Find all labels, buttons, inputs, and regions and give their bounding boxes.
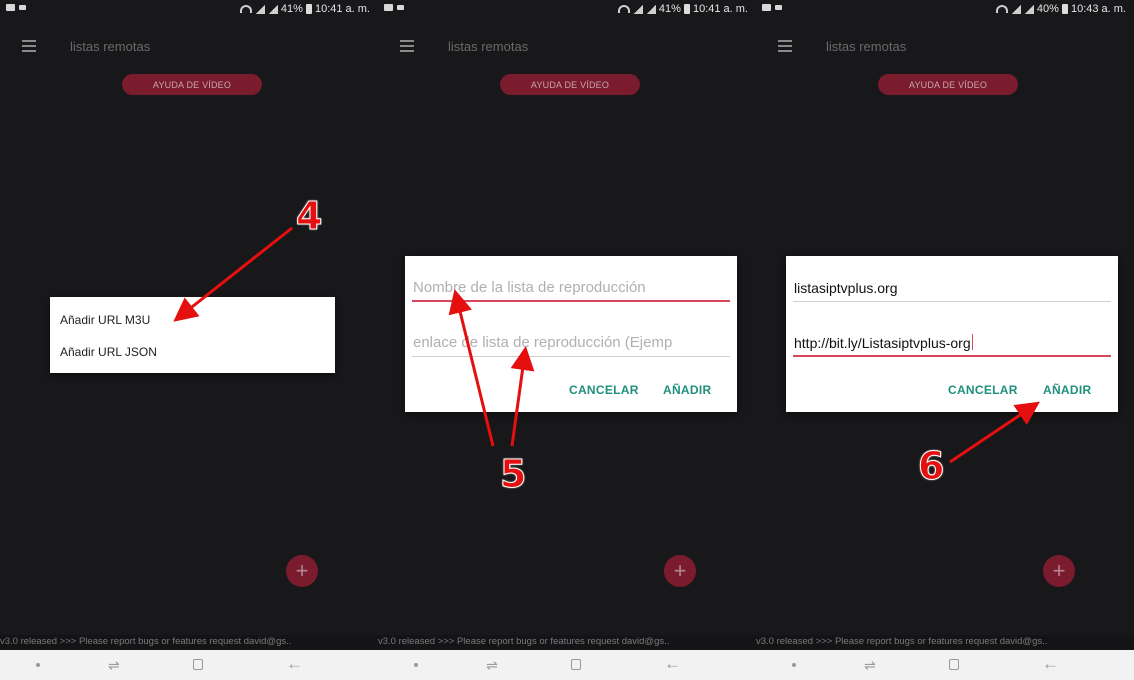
plus-icon: + (295, 558, 309, 583)
playlist-name-value: listasiptvplus.org (794, 280, 898, 296)
video-help-button[interactable]: AYUDA DE VÍDEO (500, 74, 640, 95)
battery-icon (1061, 4, 1068, 14)
back-icon[interactable]: ← (1042, 655, 1059, 672)
video-icon (19, 5, 26, 10)
add-playlist-dialog-filled: listasiptvplus.org http://bit.ly/Listasi… (786, 256, 1118, 412)
ticker-text: v3.0 released >>> Please report bugs or … (756, 636, 1048, 647)
cancel-button[interactable]: CANCELAR (569, 383, 639, 397)
screen-step-6: 40% 10:43 a. m. listas remotas AYUDA DE … (756, 0, 1134, 680)
signal-icon (267, 4, 278, 14)
app-bar: listas remotas (0, 32, 378, 62)
recent-apps-icon[interactable]: ⇌ (864, 658, 876, 672)
video-icon (397, 5, 404, 10)
wifi-icon (617, 5, 630, 13)
recent-apps-icon[interactable]: ⇌ (486, 658, 498, 672)
signal-icon (1010, 4, 1021, 14)
signal-icon (254, 4, 265, 14)
wifi-icon (239, 5, 252, 13)
battery-icon (305, 4, 312, 14)
video-help-button[interactable]: AYUDA DE VÍDEO (122, 74, 262, 95)
playlist-name-input[interactable]: listasiptvplus.org (793, 272, 1111, 302)
add-button[interactable]: AÑADIR (1043, 383, 1091, 397)
app-bar-title: listas remotas (70, 39, 151, 54)
hamburger-icon[interactable] (778, 40, 792, 52)
playlist-link-input[interactable]: http://bit.ly/Listasiptvplus-org (793, 327, 1111, 357)
app-bar-title: listas remotas (826, 39, 907, 54)
signal-icon (1023, 4, 1034, 14)
gallery-icon (6, 4, 15, 11)
ticker-text: v3.0 released >>> Please report bugs or … (0, 636, 292, 647)
playlist-link-input[interactable]: enlace de lista de reproducción (Ejemp (412, 327, 730, 357)
add-button[interactable]: AÑADIR (663, 383, 711, 397)
hamburger-icon[interactable] (400, 40, 414, 52)
add-fab-button[interactable]: + (1043, 555, 1075, 587)
step-number-6: 6 (917, 444, 945, 489)
playlist-link-value-wrap: http://bit.ly/Listasiptvplus-org (794, 334, 1111, 351)
status-bar: 41% 10:41 a. m. (0, 0, 378, 20)
signal-icon (645, 4, 656, 14)
recent-apps-icon[interactable]: ⇌ (108, 658, 120, 672)
home-icon[interactable] (949, 659, 959, 670)
clock: 10:41 a. m. (314, 3, 370, 15)
nav-bar: ⇌ ← (0, 650, 378, 680)
step-number-4: 4 (295, 194, 323, 239)
add-fab-button[interactable]: + (664, 555, 696, 587)
step-number-5: 5 (499, 452, 527, 497)
playlist-name-placeholder: Nombre de la lista de reproducción (413, 279, 646, 296)
dot-icon[interactable] (36, 663, 40, 667)
ticker-text: v3.0 released >>> Please report bugs or … (378, 636, 670, 647)
add-fab-button[interactable]: + (286, 555, 318, 587)
signal-icon (632, 4, 643, 14)
status-bar: 40% 10:43 a. m. (756, 0, 1134, 20)
battery-percent: 40% (1036, 3, 1059, 15)
add-url-menu: Añadir URL M3U Añadir URL JSON (50, 297, 335, 373)
news-ticker: v3.0 released >>> Please report bugs or … (756, 635, 1134, 649)
app-bar-title: listas remotas (448, 39, 529, 54)
nav-bar: ⇌ ← (756, 650, 1134, 680)
plus-icon: + (673, 558, 687, 583)
dot-icon[interactable] (792, 663, 796, 667)
app-bar: listas remotas (378, 32, 756, 62)
dot-icon[interactable] (414, 663, 418, 667)
battery-percent: 41% (658, 3, 681, 15)
nav-bar: ⇌ ← (378, 650, 756, 680)
cancel-button[interactable]: CANCELAR (948, 383, 1018, 397)
app-bar: listas remotas (756, 32, 1134, 62)
clock: 10:43 a. m. (1070, 3, 1126, 15)
status-bar: 41% 10:41 a. m. (378, 0, 756, 20)
home-icon[interactable] (193, 659, 203, 670)
home-icon[interactable] (571, 659, 581, 670)
text-cursor (971, 334, 973, 350)
gallery-icon (762, 4, 771, 11)
playlist-link-value: http://bit.ly/Listasiptvplus-org (794, 335, 971, 351)
menu-item-add-json[interactable]: Añadir URL JSON (60, 345, 157, 359)
wifi-icon (995, 5, 1008, 13)
playlist-name-input[interactable]: Nombre de la lista de reproducción (412, 272, 730, 302)
screen-step-4: 41% 10:41 a. m. listas remotas AYUDA DE … (0, 0, 378, 680)
screen-step-5: 41% 10:41 a. m. listas remotas AYUDA DE … (378, 0, 756, 680)
news-ticker: v3.0 released >>> Please report bugs or … (0, 635, 378, 649)
clock: 10:41 a. m. (692, 3, 748, 15)
gallery-icon (384, 4, 393, 11)
video-icon (775, 5, 782, 10)
battery-icon (683, 4, 690, 14)
back-icon[interactable]: ← (286, 655, 303, 672)
back-icon[interactable]: ← (664, 655, 681, 672)
playlist-link-placeholder: enlace de lista de reproducción (Ejemp (413, 334, 673, 351)
news-ticker: v3.0 released >>> Please report bugs or … (378, 635, 756, 649)
plus-icon: + (1052, 558, 1066, 583)
add-playlist-dialog: Nombre de la lista de reproducción enlac… (405, 256, 737, 412)
menu-item-add-m3u[interactable]: Añadir URL M3U (60, 313, 150, 327)
video-help-button[interactable]: AYUDA DE VÍDEO (878, 74, 1018, 95)
battery-percent: 41% (280, 3, 303, 15)
hamburger-icon[interactable] (22, 40, 36, 52)
